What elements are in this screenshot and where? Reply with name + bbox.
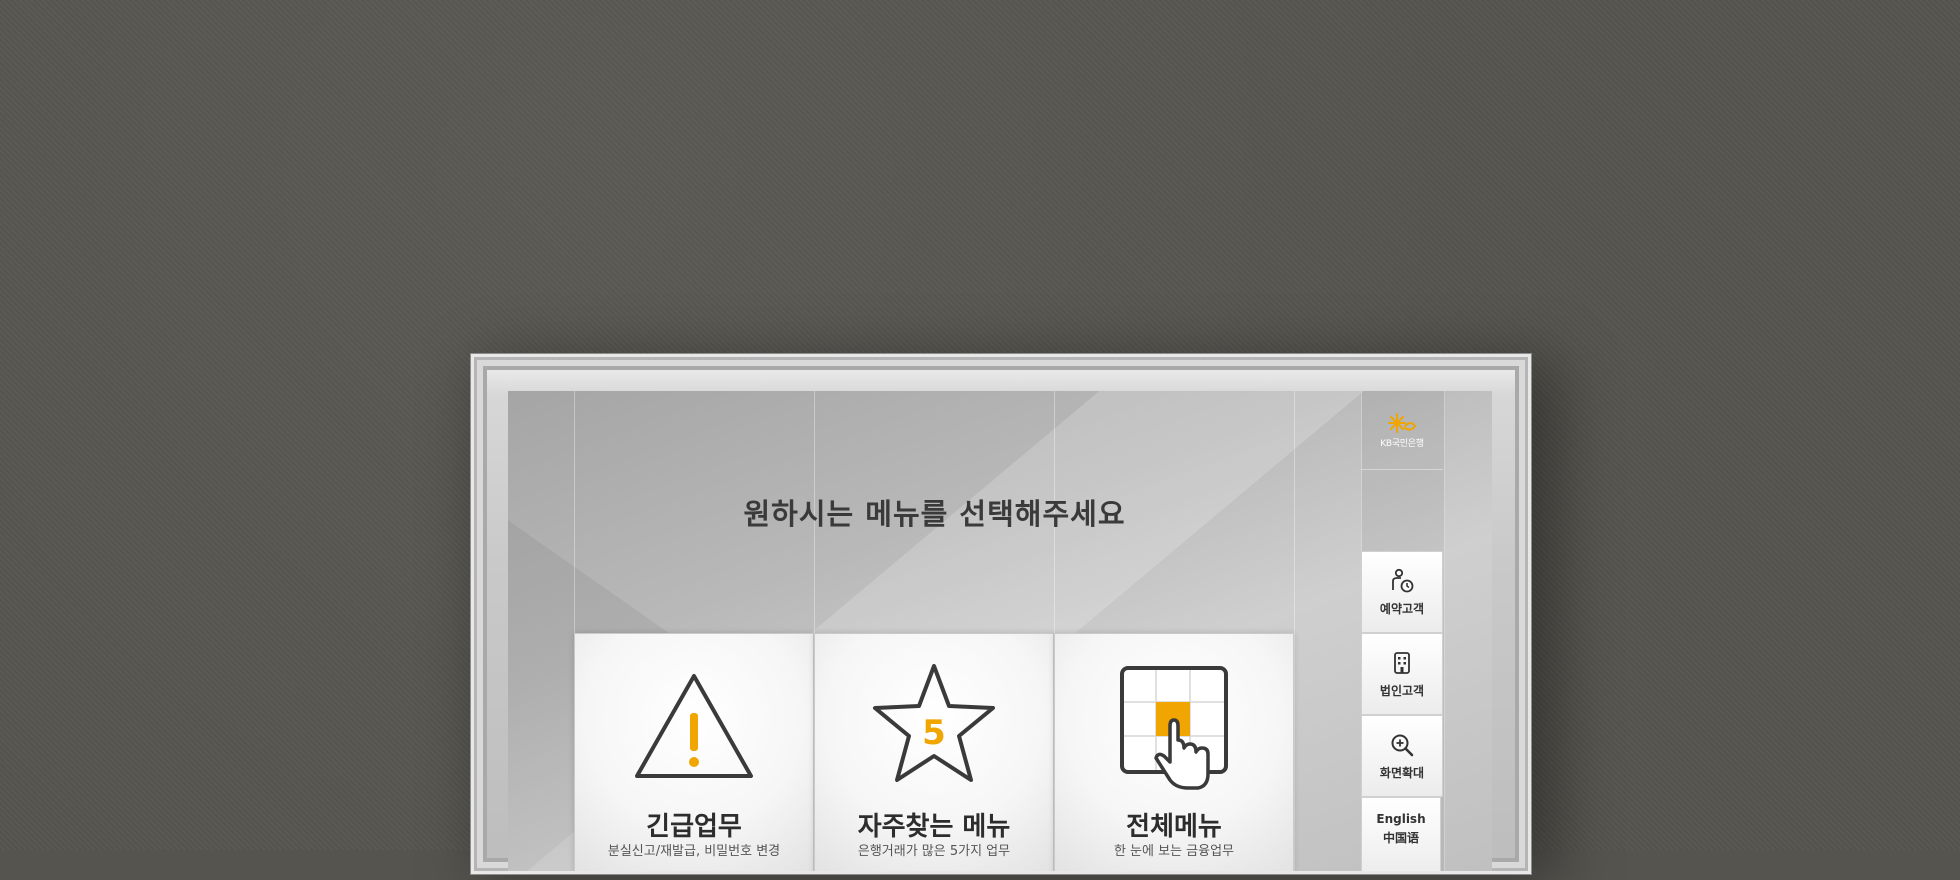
side-button-label: 예약고객 xyxy=(1379,601,1425,616)
zoom-in-icon xyxy=(1391,734,1414,756)
favorite-menu-card[interactable]: 5 자주찾는 메뉴 은행거래가 많은 5가지 업무 xyxy=(814,633,1054,871)
warning-icon xyxy=(635,674,753,778)
star-five-icon: 5 xyxy=(873,664,995,782)
language-chinese[interactable]: 中国语 xyxy=(1383,829,1419,848)
building-icon xyxy=(1394,651,1410,674)
emergency-menu-card[interactable]: 긴급업무 분실신고/재발급, 비밀번호 변경 xyxy=(574,633,814,871)
bank-logo: KB국민은행 xyxy=(1361,391,1443,470)
card-title: 전체메뉴 xyxy=(1126,812,1222,842)
star-badge: 5 xyxy=(922,713,946,753)
language-selector: English 中国语 xyxy=(1361,797,1441,871)
grid-pointer-icon xyxy=(1120,666,1228,790)
corporate-customer-button[interactable]: 법인고객 xyxy=(1361,633,1443,715)
person-clock-icon xyxy=(1392,568,1414,592)
all-menu-card[interactable]: 전체메뉴 한 눈에 보는 금융업무 xyxy=(1054,633,1294,871)
side-button-label: 법인고객 xyxy=(1379,683,1425,698)
zoom-screen-button[interactable]: 화면확대 xyxy=(1361,715,1443,797)
column-divider xyxy=(1294,391,1295,871)
logo-text: KB국민은행 xyxy=(1380,438,1424,449)
card-title: 긴급업무 xyxy=(646,812,742,842)
card-title: 자주찾는 메뉴 xyxy=(857,812,1011,842)
reservation-customer-button[interactable]: 예약고객 xyxy=(1361,551,1443,633)
page-title: 원하시는 메뉴를 선택해주세요 xyxy=(743,497,1126,531)
kiosk-screen: KB국민은행 원하시는 메뉴를 선택해주세요 긴급업무 분실신고/재발급, 비밀… xyxy=(508,391,1492,871)
language-english[interactable]: English xyxy=(1376,810,1425,829)
side-button-label: 화면확대 xyxy=(1379,765,1425,780)
kb-star-icon xyxy=(1388,412,1417,433)
